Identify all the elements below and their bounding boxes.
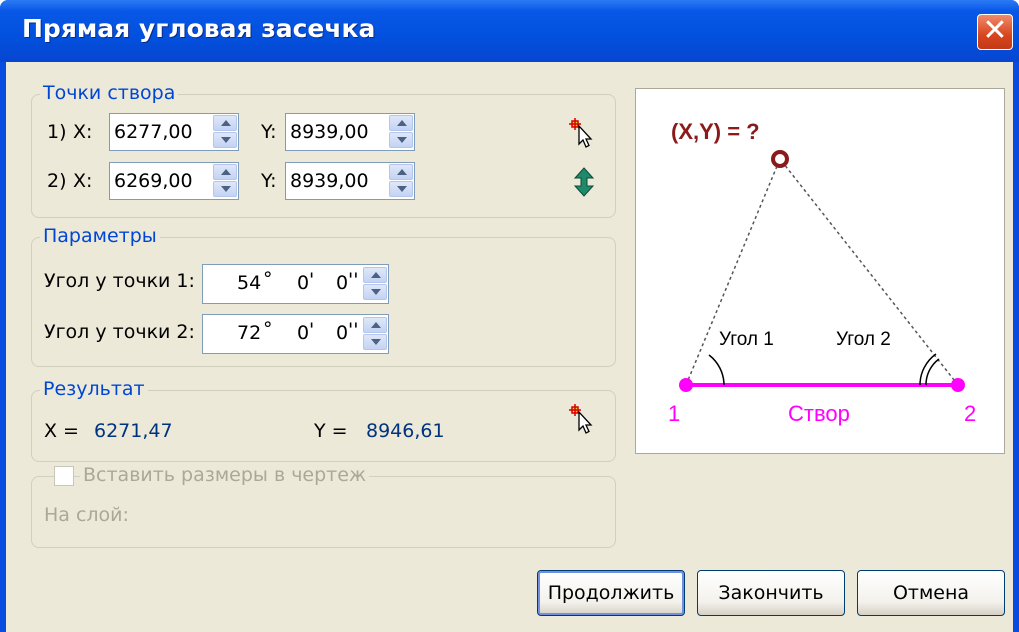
points-legend: Точки створа: [40, 82, 179, 104]
result-y-value: 8946,61: [366, 420, 445, 442]
angle2-min: 0: [297, 322, 310, 344]
point2-prefix: 2): [47, 170, 67, 192]
angle2-input[interactable]: 72 ° 0 ' 0 '': [202, 314, 389, 354]
point2-y-label: Y:: [261, 170, 277, 192]
layer-label: На слой:: [44, 504, 129, 526]
spin-up-button[interactable]: [389, 164, 413, 180]
point1-y-input[interactable]: 8939,00: [285, 113, 415, 151]
finish-button[interactable]: Закончить: [697, 570, 845, 616]
angle1-min: 0: [297, 272, 310, 294]
spin-up-button[interactable]: [213, 164, 237, 180]
point1-x-input[interactable]: 6277,00: [109, 113, 239, 151]
angle2-text: Угол 2: [836, 329, 891, 350]
angle1-sec-symbol: '': [348, 269, 359, 291]
dialog-window: Прямая угловая засечка ✕ Точки створа 1)…: [0, 0, 1019, 632]
cancel-button[interactable]: Отмена: [857, 570, 1005, 616]
point2-y-value: 8939,00: [290, 170, 369, 192]
angle1-deg: 54: [237, 272, 262, 294]
spin-down-button[interactable]: [389, 181, 413, 197]
point2-x-input[interactable]: 6269,00: [109, 162, 239, 200]
point1-y-label: Y:: [261, 121, 277, 143]
point1-dot: [679, 378, 693, 392]
spin-up-button[interactable]: [213, 115, 237, 131]
spin-up-button[interactable]: [363, 267, 387, 283]
point2-x-label: X:: [73, 170, 93, 192]
scheme-diagram: (X,Y) = ? Угол 1 Угол 2 1 2 Створ: [635, 88, 1005, 454]
unknown-point-marker: [771, 150, 789, 168]
point1-y-value: 8939,00: [290, 121, 369, 143]
pick-point-icon[interactable]: [569, 118, 599, 148]
insert-dimensions-label: Вставить размеры в чертеж: [80, 464, 370, 486]
params-legend: Параметры: [40, 225, 160, 247]
result-legend: Результат: [40, 378, 148, 400]
angle2-sec: 0: [336, 322, 349, 344]
question-text: (X,Y) = ?: [671, 119, 760, 144]
angle2-min-symbol: ': [309, 319, 315, 341]
spin-down-button[interactable]: [213, 132, 237, 148]
angle1-label: Угол у точки 1:: [44, 270, 195, 292]
angle1-sec: 0: [336, 272, 349, 294]
result-x-value: 6271,47: [94, 420, 173, 442]
window-title: Прямая угловая засечка: [22, 14, 376, 43]
point1-x-value: 6277,00: [114, 121, 193, 143]
point1-x-label: X:: [73, 121, 93, 143]
spin-up-button[interactable]: [389, 115, 413, 131]
point1-text: 1: [668, 401, 680, 426]
angle2-arc-outer: [919, 353, 937, 386]
angle2-sec-symbol: '': [348, 319, 359, 341]
spin-down-button[interactable]: [389, 132, 413, 148]
scheme-svg: (X,Y) = ? Угол 1 Угол 2 1 2 Створ: [668, 119, 976, 426]
dialog-client: Точки створа 1) X: 6277,00 Y: 8939,00 2)…: [6, 62, 1013, 632]
result-x-label: X =: [44, 420, 79, 442]
side-line-right: [779, 158, 959, 386]
title-bar[interactable]: Прямая угловая засечка ✕: [0, 0, 1019, 62]
angle2-deg: 72: [237, 322, 262, 344]
insert-dimensions-checkbox[interactable]: [54, 466, 74, 486]
point2-y-input[interactable]: 8939,00: [285, 162, 415, 200]
spin-down-button[interactable]: [213, 181, 237, 197]
baseline-text: Створ: [788, 401, 850, 426]
result-y-label: Y =: [314, 420, 348, 442]
point2-dot: [951, 378, 965, 392]
point2-x-value: 6269,00: [114, 170, 193, 192]
spin-down-button[interactable]: [363, 334, 387, 350]
spin-up-button[interactable]: [363, 317, 387, 333]
continue-button[interactable]: Продолжить: [537, 570, 685, 616]
side-line-left: [685, 158, 781, 386]
point1-prefix: 1): [47, 121, 67, 143]
angle2-label: Угол у точки 2:: [44, 321, 195, 343]
angle2-deg-symbol: °: [263, 318, 273, 340]
point2-text: 2: [964, 401, 976, 426]
angle1-deg-symbol: °: [263, 268, 273, 290]
swap-points-icon[interactable]: [569, 167, 599, 197]
close-button[interactable]: ✕: [977, 14, 1013, 50]
angle1-input[interactable]: 54 ° 0 ' 0 '': [202, 264, 389, 304]
angle1-min-symbol: ': [309, 269, 315, 291]
spin-down-button[interactable]: [363, 284, 387, 300]
angle1-arc: [708, 354, 725, 386]
pick-result-icon[interactable]: [569, 404, 599, 434]
angle1-text: Угол 1: [719, 329, 774, 350]
